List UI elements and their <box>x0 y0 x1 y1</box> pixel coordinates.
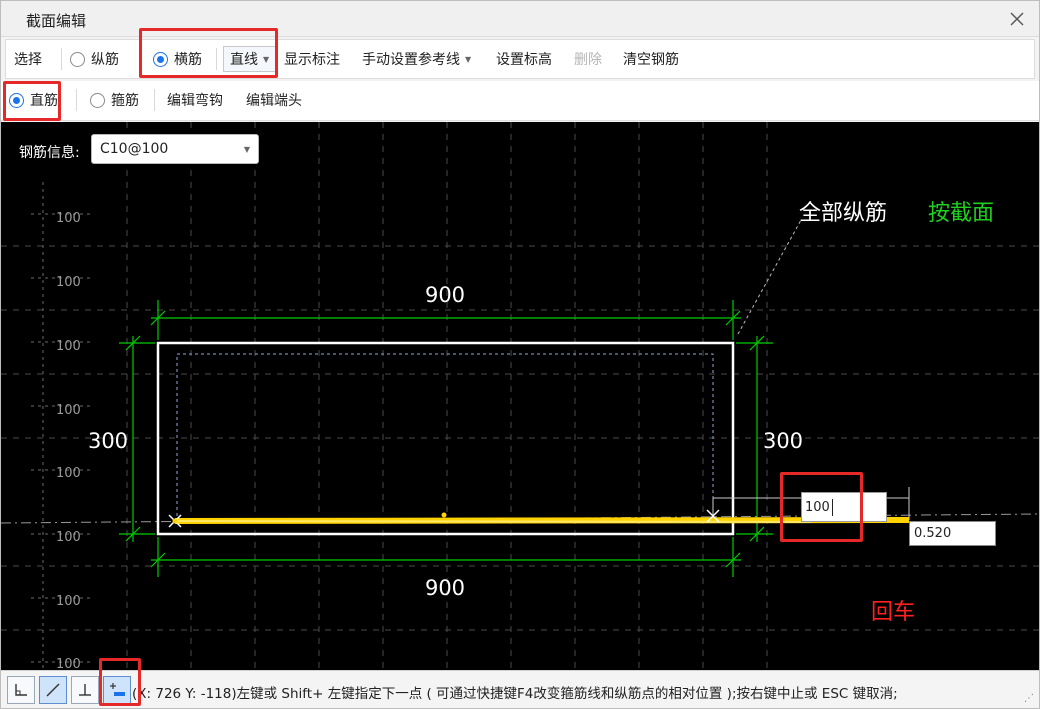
set-elevation-label: 设置标高 <box>496 52 552 68</box>
ruler-label: 100 <box>56 211 81 226</box>
length-readout: 0.520 <box>909 521 996 546</box>
ruler-label: 100 <box>56 403 81 418</box>
ruler-label: 100 <box>56 530 81 545</box>
length-readout-value: 0.520 <box>914 526 952 541</box>
radio-off-icon <box>70 51 85 67</box>
line-mode-dropdown[interactable]: 直线 ▼ <box>223 40 277 78</box>
toolbar-divider <box>61 48 62 70</box>
radio-on-icon <box>153 51 168 67</box>
all-longitudinal-annotation: 全部纵筋 <box>799 201 888 226</box>
cover-outline <box>176 353 714 521</box>
caret-down-icon: ▼ <box>263 54 270 64</box>
drawing-canvas[interactable]: 100 100 100 100 100 100 100 100 900 900 … <box>1 122 1039 670</box>
close-button[interactable] <box>1005 7 1029 31</box>
rebar-info-label: 钢筋信息: <box>19 145 80 161</box>
edit-end-label: 编辑端头 <box>246 93 302 109</box>
ruler-label: 100 <box>56 594 81 609</box>
dim-bottom-label: 900 <box>425 576 465 600</box>
transverse-radio[interactable]: 横筋 <box>153 40 202 78</box>
title-bar: 截面编辑 <box>1 1 1039 37</box>
straight-rebar-radio[interactable]: 直筋 <box>9 81 58 119</box>
dim-left-label: 300 <box>88 429 128 453</box>
midpoint-marker <box>441 512 447 518</box>
stirrup-label: 箍筋 <box>111 93 139 109</box>
rebar-info-select[interactable]: C10@100 ▼ <box>91 134 259 164</box>
caret-down-icon: ▼ <box>243 145 250 154</box>
corner-icon <box>15 684 27 696</box>
section-edit-window: 截面编辑 选择 纵筋 横筋 直线 ▼ 显示标注 手动设置参考线 ▼ 设置标高 删… <box>0 0 1040 709</box>
offset-mode-button[interactable] <box>103 676 131 704</box>
ruler-labels: 100 100 100 100 100 100 100 100 <box>56 211 81 670</box>
clear-rebar-button[interactable]: 清空钢筋 <box>623 40 679 78</box>
edit-end-button[interactable]: 编辑端头 <box>246 81 302 119</box>
manual-ref-label: 手动设置参考线 <box>362 52 460 68</box>
distance-input-value: 100 <box>805 499 830 515</box>
toolbar-divider <box>216 48 217 70</box>
window-title: 截面编辑 <box>26 12 87 30</box>
enter-annotation: 回车 <box>871 600 916 625</box>
rebar-info-value: C10@100 <box>100 141 169 157</box>
orthogonal-mode-button[interactable] <box>7 676 35 704</box>
line-mode-label: 直线 <box>230 52 258 68</box>
ruler-label: 100 <box>56 657 81 670</box>
delete-label: 删除 <box>574 52 602 68</box>
edit-hook-label: 编辑弯钩 <box>167 93 223 109</box>
ruler-label: 100 <box>56 275 81 290</box>
status-message: (X: 726 Y: -118)左键或 Shift+ 左键指定下一点 ( 可通过… <box>132 686 898 702</box>
delete-button[interactable]: 删除 <box>574 40 602 78</box>
main-toolbar: 选择 纵筋 横筋 直线 ▼ 显示标注 手动设置参考线 ▼ 设置标高 删除 清空钢… <box>5 39 1035 79</box>
edit-hook-button[interactable]: 编辑弯钩 <box>167 81 223 119</box>
show-dims-button[interactable]: 显示标注 <box>284 40 340 78</box>
straight-label: 直筋 <box>30 93 58 109</box>
sub-toolbar: 直筋 箍筋 编辑弯钩 编辑端头 <box>1 81 1039 121</box>
rebar-line-highlight <box>174 520 812 523</box>
by-section-annotation: 按截面 <box>928 201 995 226</box>
perpendicular-mode-button[interactable] <box>71 676 99 704</box>
select-label: 选择 <box>14 52 42 68</box>
distance-input[interactable]: 100 <box>801 492 887 522</box>
select-button[interactable]: 选择 <box>14 40 42 78</box>
manual-ref-dropdown[interactable]: 手动设置参考线 ▼ <box>362 40 471 78</box>
offset-line-icon <box>110 683 125 696</box>
text-cursor <box>831 498 833 516</box>
resize-grip-icon[interactable]: ⋰ <box>1024 693 1034 704</box>
free-line-mode-button[interactable] <box>39 676 67 704</box>
toolbar-divider <box>76 89 77 111</box>
dim-top-label: 900 <box>425 283 465 307</box>
set-elevation-button[interactable]: 设置标高 <box>496 40 552 78</box>
clear-rebar-label: 清空钢筋 <box>623 52 679 68</box>
close-icon <box>1010 12 1024 26</box>
dim-right-label: 300 <box>763 429 803 453</box>
longitudinal-radio[interactable]: 纵筋 <box>70 40 119 78</box>
longitudinal-label: 纵筋 <box>91 52 119 68</box>
status-bar: (X: 726 Y: -118)左键或 Shift+ 左键指定下一点 ( 可通过… <box>1 670 1039 708</box>
show-dims-label: 显示标注 <box>284 52 340 68</box>
ruler-label: 100 <box>56 466 81 481</box>
ruler-label: 100 <box>56 339 81 354</box>
toolbar-divider <box>141 48 142 70</box>
start-point-marker <box>172 518 178 524</box>
radio-on-icon <box>9 92 24 108</box>
transverse-label: 横筋 <box>174 52 202 68</box>
radio-off-icon <box>90 92 105 108</box>
dimension-labels: 900 900 300 300 <box>88 283 803 600</box>
stirrup-radio[interactable]: 箍筋 <box>90 81 139 119</box>
toolbar-divider <box>154 89 155 111</box>
caret-down-icon: ▼ <box>465 54 472 64</box>
diagonal-line-icon <box>46 683 60 697</box>
perpendicular-icon <box>79 684 91 696</box>
annotation-leader <box>737 219 802 335</box>
